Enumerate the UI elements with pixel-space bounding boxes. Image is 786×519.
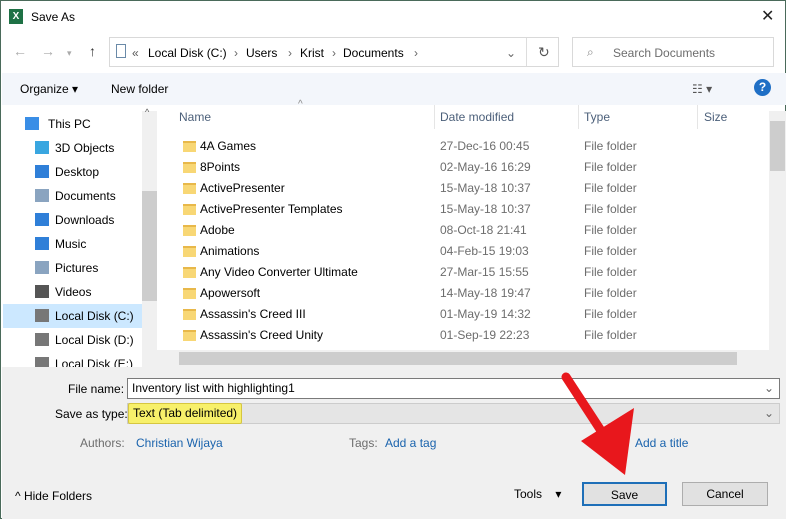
file-row[interactable]: Animations 04-Feb-15 19:03 File folder bbox=[171, 241, 769, 262]
folder-icon bbox=[183, 288, 196, 299]
file-name-input[interactable]: Inventory list with highlighting1 ⌄ bbox=[127, 378, 780, 399]
folder-icon bbox=[183, 141, 196, 152]
drive-icon bbox=[35, 333, 49, 346]
file-name-label: File name: bbox=[68, 382, 125, 396]
navigation-pane: This PC 3D Objects Desktop Documents Downloa… bbox=[2, 105, 157, 371]
file-row[interactable]: Assassin's Creed III 01-May-19 14:32 Fil… bbox=[171, 304, 769, 325]
search-input[interactable]: ⌕ Search Documents bbox=[572, 37, 774, 67]
download-icon bbox=[35, 213, 49, 226]
nav-item-this-pc[interactable]: This PC bbox=[3, 112, 143, 136]
folder-icon bbox=[183, 267, 196, 278]
toolbar: Organize ▾ New folder ☷ ▾ bbox=[2, 73, 786, 105]
save-as-dialog: X Save As ✕ ← → ▾ ↑ « Local Disk (C:) › … bbox=[0, 0, 786, 519]
address-dropdown-icon[interactable]: ⌄ bbox=[506, 46, 516, 60]
breadcrumb-krist[interactable]: Krist bbox=[300, 46, 324, 60]
view-options-icon[interactable]: ☷ ▾ bbox=[692, 82, 712, 96]
save-options-pane: File name: Inventory list with highlight… bbox=[2, 367, 786, 519]
drive-icon bbox=[35, 309, 49, 322]
address-bar[interactable]: « Local Disk (C:) › Users › Krist › Docu… bbox=[109, 37, 559, 67]
column-size[interactable]: Size bbox=[704, 105, 727, 129]
file-row[interactable]: ActivePresenter Templates 15-May-18 10:3… bbox=[171, 199, 769, 220]
sort-ascending-icon: ^ bbox=[298, 99, 303, 110]
file-list-scrollbar[interactable] bbox=[769, 111, 786, 367]
folder-icon bbox=[183, 204, 196, 215]
document-icon bbox=[116, 44, 126, 58]
authors-field[interactable]: Christian Wijaya bbox=[136, 436, 223, 450]
hide-folders-button[interactable]: ^ Hide Folders bbox=[15, 489, 92, 503]
folder-icon bbox=[183, 225, 196, 236]
column-date-modified[interactable]: Date modified bbox=[440, 105, 514, 129]
file-row[interactable]: 8Points 02-May-16 16:29 File folder bbox=[171, 157, 769, 178]
desktop-icon bbox=[35, 165, 49, 178]
file-row[interactable]: 4A Games 27-Dec-16 00:45 File folder bbox=[171, 136, 769, 157]
organize-button[interactable]: Organize ▾ bbox=[20, 82, 78, 96]
nav-item-3d-objects[interactable]: 3D Objects bbox=[3, 136, 143, 160]
nav-item-documents[interactable]: Documents bbox=[3, 184, 143, 208]
pictures-icon bbox=[35, 261, 49, 274]
file-row[interactable]: Any Video Converter Ultimate 27-Mar-15 1… bbox=[171, 262, 769, 283]
help-icon[interactable]: ? bbox=[754, 79, 771, 96]
breadcrumb-documents[interactable]: Documents bbox=[343, 46, 404, 60]
refresh-icon[interactable]: ↻ bbox=[538, 44, 550, 61]
nav-item-local-disk-d-[interactable]: Local Disk (D:) bbox=[3, 328, 143, 352]
save-as-type-select[interactable]: Text (Tab delimited) ⌄ bbox=[127, 403, 780, 424]
file-row[interactable]: Adobe 08-Oct-18 21:41 File folder bbox=[171, 220, 769, 241]
folder-icon bbox=[183, 246, 196, 257]
horizontal-scrollbar[interactable] bbox=[157, 350, 769, 367]
breadcrumb-local-disk[interactable]: Local Disk (C:) bbox=[148, 46, 227, 60]
folder-icon bbox=[183, 309, 196, 320]
nav-item-local-disk-c-[interactable]: Local Disk (C:) bbox=[3, 304, 143, 328]
nav-item-downloads[interactable]: Downloads bbox=[3, 208, 143, 232]
save-button[interactable]: Save bbox=[582, 482, 667, 506]
computer-icon bbox=[25, 117, 39, 130]
file-row[interactable]: Assassin's Creed Unity 01-Sep-19 22:23 F… bbox=[171, 325, 769, 346]
cancel-button[interactable]: Cancel bbox=[682, 482, 768, 506]
nav-item-pictures[interactable]: Pictures bbox=[3, 256, 143, 280]
column-type[interactable]: Type bbox=[584, 105, 610, 129]
search-icon: ⌕ bbox=[587, 45, 594, 59]
tags-field[interactable]: Add a tag bbox=[385, 436, 436, 450]
breadcrumb-users[interactable]: Users bbox=[246, 46, 277, 60]
dialog-title: Save As bbox=[31, 10, 76, 24]
music-icon bbox=[35, 237, 49, 250]
nav-item-videos[interactable]: Videos bbox=[3, 280, 143, 304]
chevron-up-icon: ^ bbox=[15, 489, 24, 503]
folder-icon bbox=[183, 330, 196, 341]
document-icon bbox=[35, 189, 49, 202]
file-row[interactable]: ActivePresenter 15-May-18 10:37 File fol… bbox=[171, 178, 769, 199]
excel-icon: X bbox=[9, 9, 23, 24]
tools-button[interactable]: Tools ▾ bbox=[514, 487, 561, 501]
file-row[interactable]: Apowersoft 14-May-18 19:47 File folder bbox=[171, 283, 769, 304]
back-button[interactable]: ← bbox=[13, 43, 27, 59]
recent-dropdown[interactable]: ▾ bbox=[67, 48, 72, 59]
cube-icon bbox=[35, 141, 49, 154]
nav-item-desktop[interactable]: Desktop bbox=[3, 160, 143, 184]
save-as-type-label: Save as type: bbox=[55, 407, 128, 421]
new-folder-button[interactable]: New folder bbox=[111, 82, 168, 96]
title-bar: X Save As ✕ bbox=[1, 1, 786, 33]
breadcrumb-overflow[interactable]: « bbox=[132, 46, 139, 60]
folder-icon bbox=[183, 162, 196, 173]
forward-button[interactable]: → bbox=[41, 43, 55, 59]
red-arrow-annotation bbox=[561, 372, 634, 475]
folder-icon bbox=[183, 183, 196, 194]
nav-item-music[interactable]: Music bbox=[3, 232, 143, 256]
video-icon bbox=[35, 285, 49, 298]
close-button[interactable]: ✕ bbox=[761, 6, 774, 26]
nav-scrollbar[interactable]: ^ bbox=[142, 107, 157, 367]
column-name[interactable]: Name bbox=[179, 105, 211, 129]
up-button[interactable]: ↑ bbox=[89, 43, 96, 59]
